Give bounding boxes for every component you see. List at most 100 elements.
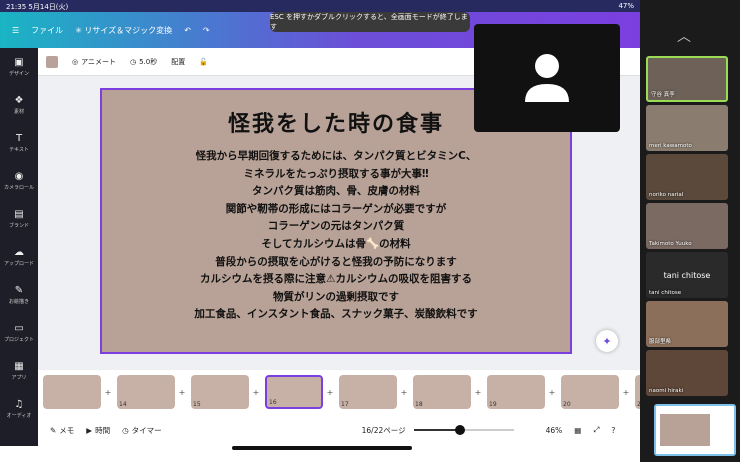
self-camera-tile [474, 24, 620, 132]
notes-label: メモ [59, 425, 75, 435]
page-thumbnail[interactable]: 19 [487, 375, 545, 409]
page-thumbnail-selected[interactable]: 16 [265, 375, 323, 409]
resize-magic-button[interactable]: ✳ リサイズ＆マジック変換 [75, 25, 172, 36]
page-thumbnail[interactable]: 20 [561, 375, 619, 409]
add-page-icon[interactable]: + [548, 388, 556, 397]
background-color-swatch[interactable] [46, 55, 58, 68]
slide-line: そしてカルシウムは骨🦴の材料 [261, 237, 411, 250]
nav-label: ブランド [8, 223, 29, 229]
participant-display-name: tani chitose [663, 270, 711, 280]
status-date: 5月14日(火) [28, 3, 69, 11]
help-icon[interactable]: ? [611, 426, 615, 435]
page-number: 20 [563, 401, 571, 408]
participant-name: naomi hiraki [649, 388, 684, 394]
nav-projects[interactable]: ▭ プロジェクト [0, 314, 38, 352]
nav-label: オーディオ [6, 413, 32, 419]
slide-body[interactable]: 怪我から早期回復するためには、タンパク質とビタミンC、 ミネラルをたっぷり摂取す… [102, 148, 570, 324]
bottom-bar: ✎ メモ ▶ 時間 ◷ タイマー 16/22ページ 46% ▦ ⤢ ? [38, 414, 640, 446]
participant-name: 服部里希 [649, 339, 672, 345]
participant-tile[interactable]: Takimoto Yuuko [646, 203, 728, 249]
slide-line: 怪我から早期回復するためには、タンパク質とビタミンC、 [195, 150, 477, 162]
fullscreen-icon[interactable]: ⤢ [593, 425, 599, 435]
slide-line: カルシウムを摂る際に注意⚠カルシウムの吸収を阻害する [200, 273, 472, 286]
participant-tile[interactable]: 服部里希 [646, 301, 728, 347]
zoom-fill [414, 429, 460, 431]
nav-design[interactable]: ▣ デザイン [0, 48, 38, 86]
nav-brand[interactable]: ▤ ブランド [0, 200, 38, 238]
add-page-icon[interactable]: + [178, 388, 186, 397]
slide-line: ミネラルをたっぷり摂取する事が大事‼ [243, 167, 429, 180]
duration-button[interactable]: ◷ 5.0秒 [130, 57, 157, 67]
nav-camera-roll[interactable]: ◉ カメラロール [0, 162, 38, 200]
participant-tile[interactable]: 守谷 真李 [646, 56, 728, 102]
add-page-icon[interactable]: + [622, 388, 630, 397]
page-number: 21 [637, 401, 640, 408]
add-page-icon[interactable]: + [104, 388, 112, 397]
folder-icon: ▭ [14, 323, 24, 334]
notes-button[interactable]: ✎ メモ [50, 425, 74, 436]
animate-button[interactable]: ◎ アニメート [72, 57, 116, 67]
nav-apps[interactable]: ▦ アプリ [0, 352, 38, 390]
slide-line: 物質がリンの過剰摂取です [273, 290, 399, 303]
page-thumbnail[interactable]: 18 [413, 375, 471, 409]
time-button[interactable]: ▶ 時間 [86, 425, 110, 436]
page-thumbnail[interactable] [43, 375, 101, 409]
add-page-icon[interactable]: + [252, 388, 260, 397]
nav-elements[interactable]: ❖ 素材 [0, 86, 38, 124]
menu-button[interactable]: ☰ [12, 26, 19, 35]
redo-icon[interactable]: ↷ [203, 26, 210, 35]
file-menu[interactable]: ファイル [31, 25, 63, 36]
chevron-up-icon[interactable]: ︿ [677, 26, 691, 46]
participant-tile[interactable]: meri kawamoto [646, 105, 728, 151]
mini-slide-preview [660, 414, 710, 446]
arrange-button[interactable]: 配置 [171, 57, 185, 67]
apps-icon: ▦ [14, 361, 24, 372]
participant-name: noriko narial [649, 192, 684, 198]
status-time: 21:35 [6, 3, 27, 11]
nav-audio[interactable]: ♫ オーディオ [0, 390, 38, 428]
home-indicator[interactable] [232, 446, 412, 450]
user-placeholder-icon [525, 54, 569, 102]
left-sidebar: ▣ デザイン ❖ 素材 T テキスト ◉ カメラロール ▤ ブランド ☁ アップロード ✎ お… [0, 48, 38, 462]
time-label: 時間 [95, 425, 111, 435]
status-bar: 21:35 5月14日(火) 47% [0, 0, 640, 12]
fullscreen-tip: ESC を押すかダブルクリックすると、全画面モードが終了します [270, 12, 470, 32]
nav-upload[interactable]: ☁ アップロード [0, 238, 38, 276]
slide-line: コラーゲンの元はタンパク質 [267, 220, 405, 233]
page-thumbnail[interactable]: 21 [635, 375, 640, 409]
nav-label: テキスト [9, 147, 29, 153]
text-icon: T [15, 133, 23, 144]
timer-label: タイマー [131, 425, 162, 435]
undo-icon[interactable]: ↶ [184, 26, 191, 35]
participant-tile[interactable]: naomi hiraki [646, 350, 728, 396]
participant-list: 守谷 真李 meri kawamoto noriko narial Takimo… [646, 56, 732, 399]
ipad-screen: 21:35 5月14日(火) 47% ☰ ファイル ✳ リサイズ＆マジック変換 … [0, 0, 640, 462]
grid-view-icon[interactable]: ▦ [574, 426, 581, 435]
slide-line: タンパク質は筋肉、骨、皮膚の材料 [252, 185, 420, 198]
battery-level: 47% [618, 2, 634, 10]
page-filmstrip: + 14 + 15 + 16 + 17 + 18 + 19 + 20 + 21 [38, 370, 640, 414]
page-thumbnail[interactable]: 14 [117, 375, 175, 409]
participant-tile[interactable]: tani chitose tani chitose [646, 252, 728, 298]
shared-screen-thumbnail[interactable] [654, 404, 736, 456]
magic-assistant-icon[interactable]: ✦ [596, 330, 618, 352]
camera-icon: ◉ [14, 171, 24, 182]
participant-tile[interactable]: noriko narial [646, 154, 728, 200]
timer-button[interactable]: ◷ タイマー [122, 425, 162, 436]
add-page-icon[interactable]: + [474, 388, 482, 397]
page-thumbnail[interactable]: 15 [191, 375, 249, 409]
add-page-icon[interactable]: + [400, 388, 408, 397]
brand-icon: ▤ [14, 209, 24, 220]
zoom-handle[interactable] [455, 425, 465, 435]
page-thumbnail[interactable]: 17 [339, 375, 397, 409]
slide-line: 関節や靭帯の形成にはコラーゲンが必要ですが [225, 202, 447, 215]
add-page-icon[interactable]: + [326, 388, 334, 397]
zoom-slider[interactable] [414, 425, 514, 435]
page-number: 15 [193, 401, 201, 408]
nav-label: お絵描き [8, 299, 29, 305]
nav-label: デザイン [8, 71, 29, 77]
participant-name: tani chitose [649, 290, 682, 296]
lock-icon[interactable]: 🔓 [199, 58, 208, 66]
nav-draw[interactable]: ✎ お絵描き [0, 276, 38, 314]
nav-text[interactable]: T テキスト [0, 124, 38, 162]
